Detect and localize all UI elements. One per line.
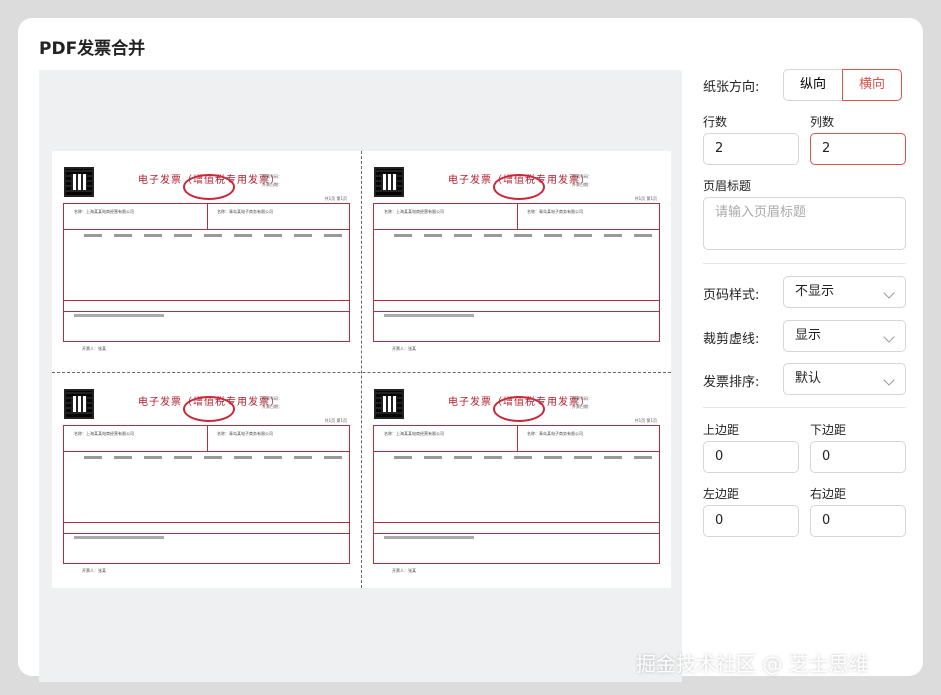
invoice-date: 开票日期： xyxy=(572,404,592,409)
sort-value: 默认 xyxy=(795,371,822,386)
divider xyxy=(703,263,906,264)
header-title-input[interactable]: 请输入页眉标题 xyxy=(703,197,906,250)
cut-line-value: 显示 xyxy=(795,328,822,343)
page-title: PDF发票合并 xyxy=(39,39,146,59)
seal-icon xyxy=(493,396,545,422)
invoice-frame: 名称：上海某某电商经营有限公司 名称：青岛某电子商务有限公司 xyxy=(373,203,660,342)
invoice-no: 发票号码： xyxy=(262,174,282,179)
qr-code-icon xyxy=(374,167,404,197)
chevron-down-icon xyxy=(883,287,895,299)
seller-name: 名称：青岛某电子商务有限公司 xyxy=(217,209,273,214)
page-number-label: 页码样式: xyxy=(703,288,760,303)
invoice-page: 共1页 第1页 xyxy=(634,418,657,423)
invoice-page: 共1页 第1页 xyxy=(324,196,347,201)
buyer-name: 名称：上海某某电商经营有限公司 xyxy=(384,431,444,436)
seller-name: 名称：青岛某电子商务有限公司 xyxy=(527,209,583,214)
seal-icon xyxy=(183,174,235,200)
margin-bottom-input[interactable]: 0 xyxy=(810,441,906,473)
invoice-page: 共1页 第1页 xyxy=(324,418,347,423)
margin-right-label: 右边距 xyxy=(810,487,847,501)
invoice-date: 开票日期： xyxy=(262,404,282,409)
seller-name: 名称：青岛某电子商务有限公司 xyxy=(527,431,583,436)
preview-panel: 电子发票（增值税专用发票） 发票号码： 开票日期： 共1页 第1页 名称：上海某某… xyxy=(39,70,682,682)
seal-icon xyxy=(493,174,545,200)
invoice-page: 共1页 第1页 xyxy=(634,196,657,201)
margin-left-input[interactable]: 0 xyxy=(703,505,799,537)
chevron-down-icon xyxy=(883,331,895,343)
orientation-portrait-button[interactable]: 纵向 xyxy=(783,69,843,101)
invoice-no: 发票号码： xyxy=(572,174,592,179)
margin-top-input[interactable]: 0 xyxy=(703,441,799,473)
invoice-signer: 开票人：张某 xyxy=(82,568,106,573)
seal-icon xyxy=(183,396,235,422)
divider xyxy=(703,407,906,408)
invoice-signer: 开票人：张某 xyxy=(82,346,106,351)
cols-label: 列数 xyxy=(810,115,835,129)
invoice-thumbnail: 电子发票（增值税专用发票） 发票号码： 开票日期： 共1页 第1页 名称：上海某某… xyxy=(362,151,661,357)
sort-select[interactable]: 默认 xyxy=(783,363,906,395)
cols-input[interactable]: 2 xyxy=(810,133,906,165)
page-number-select[interactable]: 不显示 xyxy=(783,276,906,308)
invoice-thumbnail: 电子发票（增值税专用发票） 发票号码： 开票日期： 共1页 第1页 名称：上海某某… xyxy=(362,373,661,579)
cut-line-select[interactable]: 显示 xyxy=(783,320,906,352)
sort-label: 发票排序: xyxy=(703,375,760,390)
margin-right-input[interactable]: 0 xyxy=(810,505,906,537)
buyer-name: 名称：上海某某电商经营有限公司 xyxy=(74,209,134,214)
cut-line-label: 裁剪虚线: xyxy=(703,332,760,347)
invoice-thumbnail: 电子发票（增值税专用发票） 发票号码： 开票日期： 共1页 第1页 名称：上海某某… xyxy=(52,151,351,357)
invoice-date: 开票日期： xyxy=(572,182,592,187)
rows-input[interactable]: 2 xyxy=(703,133,799,165)
buyer-name: 名称：上海某某电商经营有限公司 xyxy=(74,431,134,436)
watermark: 掘金技术社区 @ 芝士思维 xyxy=(636,652,869,676)
qr-code-icon xyxy=(64,389,94,419)
header-title-label: 页眉标题 xyxy=(703,179,752,193)
invoice-frame: 名称：上海某某电商经营有限公司 名称：青岛某电子商务有限公司 xyxy=(63,425,350,564)
qr-code-icon xyxy=(374,389,404,419)
invoice-no: 发票号码： xyxy=(572,396,592,401)
chevron-down-icon xyxy=(883,374,895,386)
margin-top-label: 上边距 xyxy=(703,423,740,437)
qr-code-icon xyxy=(64,167,94,197)
invoice-signer: 开票人：张某 xyxy=(392,568,416,573)
buyer-name: 名称：上海某某电商经营有限公司 xyxy=(384,209,444,214)
orientation-label: 纸张方向: xyxy=(703,80,760,95)
invoice-signer: 开票人：张某 xyxy=(392,346,416,351)
orientation-landscape-button[interactable]: 横向 xyxy=(842,69,902,101)
margin-left-label: 左边距 xyxy=(703,487,740,501)
preview-page: 电子发票（增值税专用发票） 发票号码： 开票日期： 共1页 第1页 名称：上海某某… xyxy=(52,151,671,588)
rows-label: 行数 xyxy=(703,115,728,129)
seller-name: 名称：青岛某电子商务有限公司 xyxy=(217,431,273,436)
invoice-thumbnail: 电子发票（增值税专用发票） 发票号码： 开票日期： 共1页 第1页 名称：上海某某… xyxy=(52,373,351,579)
invoice-no: 发票号码： xyxy=(262,396,282,401)
invoice-date: 开票日期： xyxy=(262,182,282,187)
invoice-frame: 名称：上海某某电商经营有限公司 名称：青岛某电子商务有限公司 xyxy=(63,203,350,342)
invoice-frame: 名称：上海某某电商经营有限公司 名称：青岛某电子商务有限公司 xyxy=(373,425,660,564)
page-number-value: 不显示 xyxy=(795,284,835,299)
margin-bottom-label: 下边距 xyxy=(810,423,847,437)
